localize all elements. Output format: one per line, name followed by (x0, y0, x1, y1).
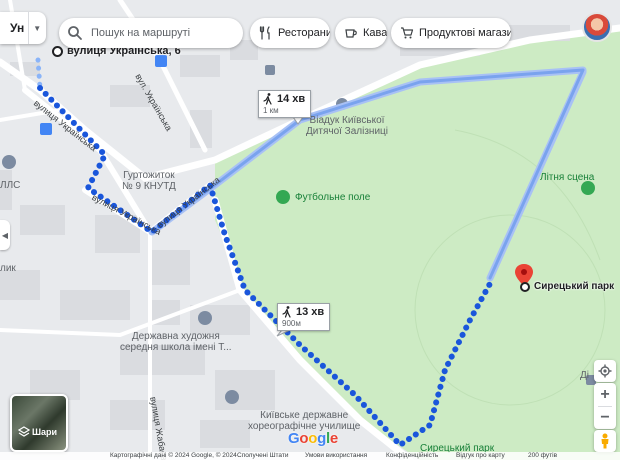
dorm-label: Гуртожиток № 9 КНУТД (122, 170, 176, 192)
zoom-in-button[interactable]: + (594, 384, 616, 406)
viaduct-label-line1: Віадук Київської (309, 115, 385, 126)
travel-mode-label: Ун (10, 21, 25, 35)
walking-icon (263, 93, 272, 105)
search-icon (68, 26, 82, 40)
restaurant-icon (259, 26, 270, 40)
choreo-school-poi-icon (225, 390, 239, 404)
cart-icon (401, 27, 414, 39)
route-search-input[interactable] (89, 26, 243, 40)
poi-marker-icon-2 (265, 65, 275, 75)
chip-coffee-label: Кава (363, 27, 387, 39)
avatar[interactable] (582, 12, 612, 42)
choreo-label-line1: Київське державне (260, 410, 349, 421)
footer-privacy-link[interactable]: Конфіденційність (386, 452, 438, 460)
chip-coffee[interactable]: Кава (335, 18, 387, 48)
chip-restaurants[interactable]: Ресторани (250, 18, 330, 48)
choreo-label: Київське державне хореографічне училище (248, 410, 360, 432)
building (215, 370, 275, 410)
google-logo: Google (288, 430, 338, 447)
layers-label: Шари (32, 427, 58, 437)
dorm-label-line1: Гуртожиток (123, 170, 175, 181)
poi-marker-icon (2, 155, 16, 169)
map-canvas[interactable] (0, 0, 620, 460)
chevron-down-icon[interactable]: ▼ (27, 12, 47, 44)
pegman-icon (601, 433, 609, 449)
travel-mode-selector[interactable]: Ун ▼ (0, 12, 46, 44)
main-route-duration: 13 хв (296, 306, 325, 318)
my-location-button[interactable] (594, 360, 616, 382)
building (20, 205, 65, 235)
chip-restaurants-label: Ресторани (278, 27, 330, 39)
destination-marker[interactable]: Сирецький парк (520, 281, 614, 292)
layers-button[interactable]: Шари (10, 394, 68, 452)
building (180, 55, 220, 77)
building (150, 250, 190, 285)
footer-scale[interactable]: 200 футів (528, 452, 557, 460)
my-location-icon (598, 364, 612, 378)
walking-icon (282, 306, 291, 318)
map-footer: Картографічні дані © 2024 Google, © 2024… (0, 452, 620, 460)
building (0, 270, 40, 300)
main-route-callout[interactable]: 13 хв 900м (277, 303, 331, 331)
building (60, 290, 130, 320)
edge-label-di: Ді (580, 370, 589, 381)
alt-route-distance: 1 км (263, 106, 279, 115)
summer-stage-poi-icon (581, 181, 595, 195)
art-school-poi-icon (198, 311, 212, 325)
map-view[interactable]: вулиця Українська вулиця Українська вули… (0, 0, 620, 460)
footer-terms-link[interactable]: Умови використання (305, 452, 367, 460)
panel-toggle-icon[interactable]: ◀ (0, 220, 10, 250)
alt-route-callout[interactable]: 14 хв 1 км (258, 90, 312, 118)
origin-circle-icon (52, 45, 63, 57)
coffee-icon (345, 29, 357, 38)
chip-groceries[interactable]: Продуктові магазини (391, 18, 511, 48)
footer-map-data: Картографічні дані © 2024 Google, © 2024 (110, 452, 237, 459)
viaduct-label: Віадук Київської Дитячої Залізниці (306, 115, 388, 137)
route-search-box[interactable] (59, 18, 243, 48)
art-school-label-line1: Державна художня (131, 331, 220, 342)
edge-label-lyk: лик (0, 263, 16, 274)
footer-country[interactable]: Сполучені Штати (237, 452, 289, 460)
art-school-label: Державна художня середня школа імені Т..… (120, 331, 232, 353)
zoom-control: + − (594, 383, 616, 429)
zoom-out-button[interactable]: − (594, 407, 616, 429)
football-poi-icon (276, 190, 290, 204)
art-school-label-line2: середня школа імені Т... (120, 342, 232, 353)
main-route-distance: 900м (282, 319, 301, 328)
summer-stage-label: Літня сцена (540, 172, 595, 183)
destination-circle-icon (520, 281, 530, 292)
alt-route-duration: 14 хв (277, 93, 306, 105)
layers-icon (18, 426, 30, 437)
building (200, 420, 250, 448)
destination-label: Сирецький парк (534, 281, 615, 292)
street-view-pegman-button[interactable] (594, 430, 616, 452)
viaduct-label-line2: Дитячої Залізниці (306, 126, 388, 137)
edge-label-pls: ЛЛС (0, 180, 21, 191)
football-label: Футбольне поле (295, 192, 371, 203)
shopping-poi-icon (40, 123, 52, 135)
dorm-label-line2: № 9 КНУТД (122, 181, 176, 192)
chip-groceries-label: Продуктові магазини (419, 27, 511, 39)
footer-feedback-link[interactable]: Відгук про карту (456, 452, 505, 460)
